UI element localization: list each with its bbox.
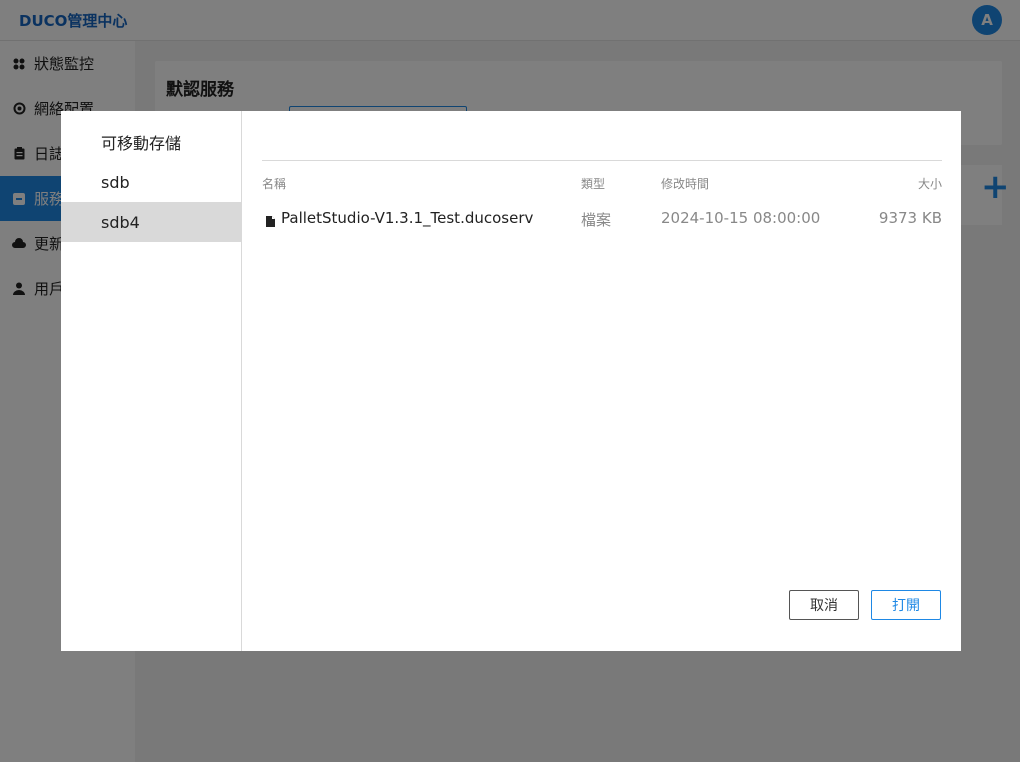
table-row[interactable]: PalletStudio-V1.3.1_Test.ducoserv 檔案 202…: [242, 201, 961, 237]
column-header-size[interactable]: 大小: [918, 175, 942, 192]
location-sdb4[interactable]: sdb4: [61, 202, 241, 242]
file-browser: 名稱 類型 修改時間 大小 PalletStudio-V1.3.1_Test.d…: [242, 111, 961, 651]
open-button[interactable]: 打開: [871, 590, 941, 620]
column-header-type[interactable]: 類型: [581, 175, 605, 192]
file-size: 9373 KB: [878, 209, 942, 227]
location-list: 可移動存儲 sdb sdb4: [61, 111, 242, 651]
location-removable-storage[interactable]: 可移動存儲: [61, 122, 241, 162]
file-type: 檔案: [581, 211, 612, 229]
file-name: PalletStudio-V1.3.1_Test.ducoserv: [281, 209, 534, 227]
column-header-time[interactable]: 修改時間: [661, 175, 709, 192]
location-sdb[interactable]: sdb: [61, 162, 241, 202]
header-divider: [262, 160, 942, 161]
file-modified-time: 2024-10-15 08:00:00: [661, 209, 821, 227]
file-name-cell: PalletStudio-V1.3.1_Test.ducoserv: [266, 209, 533, 227]
cancel-button[interactable]: 取消: [789, 590, 859, 620]
column-header-name[interactable]: 名稱: [262, 175, 286, 192]
file-open-dialog: 可移動存儲 sdb sdb4 名稱 類型 修改時間 大小 PalletStudi…: [61, 111, 961, 651]
file-icon: [266, 213, 275, 227]
